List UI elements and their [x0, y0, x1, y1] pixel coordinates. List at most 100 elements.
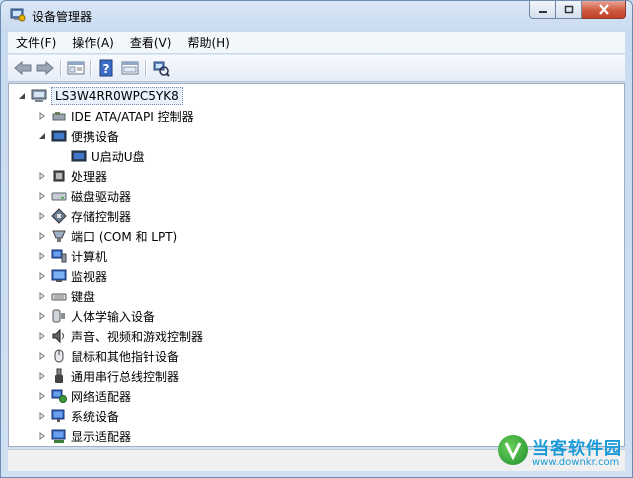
monitor-icon	[51, 268, 67, 284]
menu-file[interactable]: 文件(F)	[8, 34, 64, 51]
tree-item-3[interactable]: 磁盘驱动器	[37, 186, 131, 206]
maximize-button[interactable]	[556, 1, 582, 19]
network-adapter-icon	[51, 388, 67, 404]
computer-icon	[31, 88, 47, 104]
tree-item-2[interactable]: 处理器	[37, 166, 107, 186]
tree-item-7[interactable]: 监视器	[37, 266, 107, 286]
toolbar-separator	[90, 60, 92, 77]
expand-arrow-icon[interactable]	[37, 171, 47, 181]
tree-item-label: U启动U盘	[91, 149, 145, 164]
close-button[interactable]	[582, 1, 626, 19]
back-icon	[14, 61, 32, 75]
tree-child-1-0[interactable]: U启动U盘	[57, 146, 145, 166]
sound-icon	[51, 328, 67, 344]
tree-item-label: 键盘	[71, 289, 96, 304]
tree-root[interactable]: LS3W4RR0WPC5YK8	[17, 86, 183, 106]
expand-arrow-icon[interactable]	[37, 111, 47, 121]
help-icon: ?	[99, 59, 113, 77]
tree-item-label: 系统设备	[71, 409, 120, 424]
tree-item-13[interactable]: 网络适配器	[37, 386, 131, 406]
minimize-icon	[538, 10, 547, 13]
storage-controller-icon	[51, 208, 67, 224]
portable-device-icon	[51, 128, 67, 144]
expand-arrow-icon[interactable]	[37, 211, 47, 221]
port-icon	[51, 228, 67, 244]
ide-controller-icon	[51, 108, 67, 124]
disk-drive-icon	[51, 188, 67, 204]
expand-arrow-icon[interactable]	[37, 391, 47, 401]
tree-item-14[interactable]: 系统设备	[37, 406, 119, 426]
tree-item-9[interactable]: 人体学输入设备	[37, 306, 155, 326]
close-icon	[598, 4, 609, 15]
usb-icon	[51, 368, 67, 384]
device-tree[interactable]: LS3W4RR0WPC5YK8 IDE ATA/ATAPI 控制器 便携设备 U启动…	[8, 83, 625, 447]
scan-hardware-button[interactable]	[151, 59, 171, 77]
back-button[interactable]	[13, 59, 33, 77]
expand-arrow-icon[interactable]	[37, 231, 47, 241]
collapse-arrow-icon[interactable]	[17, 91, 27, 101]
processor-icon	[51, 168, 67, 184]
tree-item-5[interactable]: 端口 (COM 和 LPT)	[37, 226, 177, 246]
properties-button[interactable]	[66, 59, 86, 77]
forward-icon	[36, 61, 54, 75]
tree-item-label: 网络适配器	[71, 389, 132, 404]
expand-arrow-icon[interactable]	[37, 291, 47, 301]
tree-item-11[interactable]: 鼠标和其他指针设备	[37, 346, 179, 366]
tree-item-label: 计算机	[71, 249, 108, 264]
menu-help[interactable]: 帮助(H)	[179, 34, 237, 51]
expand-arrow-icon[interactable]	[37, 411, 47, 421]
watermark-title: 当客软件园	[532, 439, 622, 459]
tree-item-8[interactable]: 键盘	[37, 286, 95, 306]
expand-arrow-icon[interactable]	[37, 191, 47, 201]
tree-root-label: LS3W4RR0WPC5YK8	[51, 87, 183, 105]
toolbar: ?	[8, 54, 625, 82]
tree-item-label: 显示适配器	[71, 429, 132, 444]
toolbar-separator	[60, 60, 62, 77]
display-adapter-icon	[51, 428, 67, 444]
tree-item-15[interactable]: 显示适配器	[37, 426, 131, 446]
expand-arrow-icon[interactable]	[37, 371, 47, 381]
forward-button[interactable]	[35, 59, 55, 77]
tree-item-label: 监视器	[71, 269, 108, 284]
expand-arrow-icon[interactable]	[37, 251, 47, 261]
system-device-icon	[51, 408, 67, 424]
tree-item-label: 处理器	[71, 169, 108, 184]
tree-item-12[interactable]: 通用串行总线控制器	[37, 366, 179, 386]
tree-item-label: 通用串行总线控制器	[71, 369, 180, 384]
window-controls	[529, 1, 626, 20]
hid-icon	[51, 308, 67, 324]
watermark: 当客软件园 www.downkr.com	[498, 434, 632, 478]
tree-item-label: 声音、视频和游戏控制器	[71, 329, 204, 344]
maximize-icon	[564, 5, 573, 14]
toolbar-separator	[145, 60, 147, 77]
tree-item-label: 便携设备	[71, 129, 120, 144]
device-manager-window: 设备管理器 文件(F) 操作(A) 查看(V) 帮助(H) ? LS3W4RR0…	[0, 0, 633, 478]
menu-view[interactable]: 查看(V)	[122, 34, 180, 51]
mouse-icon	[51, 348, 67, 364]
title-bar[interactable]: 设备管理器	[1, 1, 632, 31]
tree-item-label: IDE ATA/ATAPI 控制器	[71, 109, 194, 124]
expand-arrow-icon[interactable]	[37, 311, 47, 321]
expand-arrow-icon[interactable]	[37, 431, 47, 441]
tree-item-label: 磁盘驱动器	[71, 189, 132, 204]
tree-item-6[interactable]: 计算机	[37, 246, 107, 266]
show-hide-button[interactable]	[120, 59, 140, 77]
tree-item-4[interactable]: 存储控制器	[37, 206, 131, 226]
tree-item-0[interactable]: IDE ATA/ATAPI 控制器	[37, 106, 194, 126]
expand-arrow-icon[interactable]	[37, 351, 47, 361]
tree-item-label: 人体学输入设备	[71, 309, 156, 324]
show-hide-icon	[121, 61, 139, 75]
help-button[interactable]: ?	[96, 59, 116, 77]
menu-action[interactable]: 操作(A)	[64, 34, 122, 51]
tree-item-label: 端口 (COM 和 LPT)	[71, 229, 178, 244]
properties-icon	[67, 61, 85, 75]
tree-item-1[interactable]: 便携设备	[37, 126, 119, 146]
expand-arrow-icon[interactable]	[37, 331, 47, 341]
tree-item-label: 鼠标和其他指针设备	[71, 349, 180, 364]
expand-arrow-icon[interactable]	[37, 271, 47, 281]
tree-item-10[interactable]: 声音、视频和游戏控制器	[37, 326, 203, 346]
computer-icon	[51, 248, 67, 264]
collapse-arrow-icon[interactable]	[37, 131, 47, 141]
minimize-button[interactable]	[529, 1, 556, 19]
